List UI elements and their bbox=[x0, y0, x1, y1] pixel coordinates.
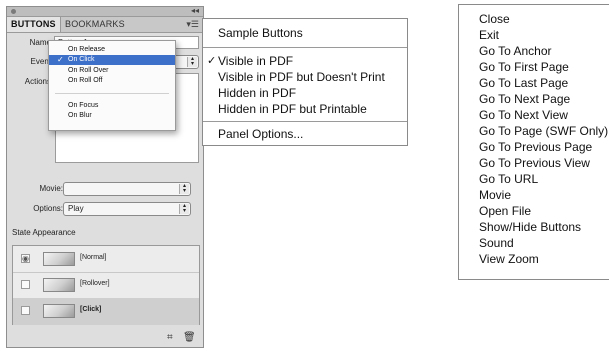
menu-item-hidden-in-pdf[interactable]: Hidden in PDF bbox=[203, 85, 407, 101]
event-item-label: On Focus bbox=[68, 102, 99, 109]
menu-item-label: Hidden in PDF but Printable bbox=[218, 102, 367, 116]
state-row-click[interactable]: [Click] bbox=[13, 298, 199, 325]
actions-dropdown-menu: Close Exit Go To Anchor Go To First Page… bbox=[458, 4, 609, 280]
menu-item-visible-no-print[interactable]: Visible in PDF but Doesn't Print bbox=[203, 69, 407, 85]
state-appearance-list: ◉ [Normal] [Rollover] [Click] bbox=[12, 245, 200, 325]
movie-label: Movie: bbox=[39, 184, 63, 193]
action-item-go-to-url[interactable]: Go To URL bbox=[459, 171, 609, 187]
tab-bookmarks[interactable]: BOOKMARKS bbox=[61, 17, 125, 32]
event-item-on-roll-off[interactable]: On Roll Off bbox=[49, 76, 175, 86]
action-item-sound[interactable]: Sound bbox=[459, 235, 609, 251]
state-thumbnail bbox=[43, 252, 75, 266]
menu-divider bbox=[203, 121, 407, 122]
close-panel-icon[interactable] bbox=[11, 9, 16, 14]
state-label: [Click] bbox=[80, 306, 102, 313]
panel-menu-icon[interactable]: ▾☰ bbox=[186, 19, 199, 29]
event-item-on-roll-over[interactable]: On Roll Over bbox=[49, 66, 175, 76]
checkmark-icon: ✓ bbox=[207, 55, 217, 67]
action-item-go-to-previous-view[interactable]: Go To Previous View bbox=[459, 155, 609, 171]
menu-item-visible-in-pdf[interactable]: ✓ Visible in PDF bbox=[203, 53, 407, 69]
menu-item-label: Panel Options... bbox=[218, 127, 304, 141]
action-item-go-to-next-page[interactable]: Go To Next Page bbox=[459, 91, 609, 107]
menu-item-label: Hidden in PDF bbox=[218, 86, 297, 100]
collapse-icon[interactable]: ◂◂ bbox=[191, 5, 199, 17]
action-item-view-zoom[interactable]: View Zoom bbox=[459, 251, 609, 267]
event-item-label: On Roll Over bbox=[68, 67, 109, 74]
event-item-on-release[interactable]: On Release bbox=[49, 45, 175, 55]
menu-item-sample-buttons[interactable]: Sample Buttons bbox=[203, 25, 407, 41]
action-item-go-to-last-page[interactable]: Go To Last Page bbox=[459, 75, 609, 91]
menu-item-label: Sample Buttons bbox=[218, 26, 303, 40]
state-appearance-title: State Appearance bbox=[12, 228, 76, 237]
eye-icon[interactable]: ◉ bbox=[21, 254, 30, 263]
event-item-label: On Release bbox=[68, 46, 105, 53]
panel-title-bar[interactable]: ◂◂ bbox=[7, 5, 203, 17]
state-checkbox[interactable] bbox=[21, 306, 30, 315]
menu-item-hidden-printable[interactable]: Hidden in PDF but Printable bbox=[203, 101, 407, 117]
menu-divider bbox=[203, 47, 407, 48]
event-item-label: On Click bbox=[68, 56, 95, 63]
action-item-go-to-previous-page[interactable]: Go To Previous Page bbox=[459, 139, 609, 155]
options-value: Play bbox=[68, 204, 84, 213]
menu-item-label: Visible in PDF bbox=[218, 54, 294, 68]
menu-item-panel-options[interactable]: Panel Options... bbox=[203, 126, 407, 142]
state-label: [Rollover] bbox=[80, 280, 110, 287]
action-item-open-file[interactable]: Open File bbox=[459, 203, 609, 219]
movie-select[interactable]: ▴ ▾ bbox=[63, 182, 191, 196]
checkmark-icon: ✓ bbox=[57, 55, 64, 64]
stepper-arrows-icon: ▴ ▾ bbox=[179, 203, 189, 214]
event-item-on-click[interactable]: ✓ On Click bbox=[49, 55, 175, 65]
stepper-arrows-icon: ▴ ▾ bbox=[179, 183, 189, 194]
options-label: Options: bbox=[33, 204, 63, 213]
event-item-on-focus[interactable]: On Focus bbox=[49, 101, 175, 111]
action-item-movie[interactable]: Movie bbox=[459, 187, 609, 203]
stepper-arrows-icon: ▴ ▾ bbox=[187, 56, 197, 67]
convert-object-icon[interactable]: ⌗ bbox=[167, 333, 173, 343]
state-thumbnail bbox=[43, 278, 75, 292]
state-label: [Normal] bbox=[80, 254, 107, 261]
action-item-exit[interactable]: Exit bbox=[459, 27, 609, 43]
state-checkbox[interactable] bbox=[21, 280, 30, 289]
name-label: Name bbox=[29, 38, 51, 47]
action-item-go-to-next-view[interactable]: Go To Next View bbox=[459, 107, 609, 123]
action-item-show-hide-buttons[interactable]: Show/Hide Buttons bbox=[459, 219, 609, 235]
trash-icon[interactable]: 🗑 bbox=[183, 333, 196, 343]
event-item-label: On Roll Off bbox=[68, 77, 103, 84]
event-dropdown-menu: On Release ✓ On Click On Roll Over On Ro… bbox=[48, 40, 176, 131]
state-row-normal[interactable]: ◉ [Normal] bbox=[13, 246, 199, 273]
event-item-label: On Blur bbox=[68, 112, 92, 119]
state-thumbnail bbox=[43, 304, 75, 318]
action-item-close[interactable]: Close bbox=[459, 11, 609, 27]
tab-buttons[interactable]: BUTTONS bbox=[7, 17, 61, 32]
event-item-on-blur[interactable]: On Blur bbox=[49, 111, 175, 121]
actions-label: Actions bbox=[24, 77, 51, 86]
action-item-go-to-anchor[interactable]: Go To Anchor bbox=[459, 43, 609, 59]
menu-divider bbox=[55, 93, 169, 94]
action-item-go-to-page[interactable]: Go To Page (SWF Only) bbox=[459, 123, 609, 139]
action-item-go-to-first-page[interactable]: Go To First Page bbox=[459, 59, 609, 75]
panel-tabs: BUTTONS BOOKMARKS ▾☰ bbox=[7, 17, 203, 33]
menu-item-label: Visible in PDF but Doesn't Print bbox=[218, 70, 385, 84]
event-label: Event bbox=[30, 57, 51, 66]
options-select[interactable]: Play ▴ ▾ bbox=[63, 202, 191, 216]
panel-flyout-menu: Sample Buttons ✓ Visible in PDF Visible … bbox=[202, 18, 408, 146]
state-row-rollover[interactable]: [Rollover] bbox=[13, 272, 199, 299]
